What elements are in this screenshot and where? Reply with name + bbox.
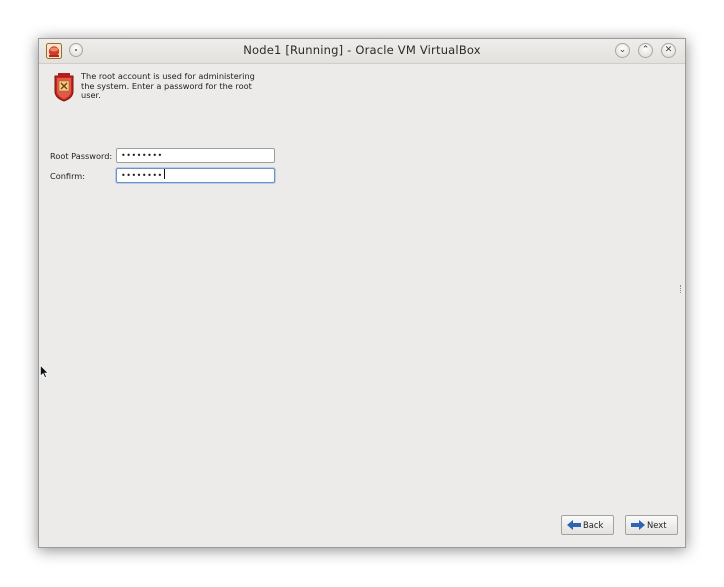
- minimize-icon[interactable]: ⌄: [615, 43, 630, 58]
- next-button[interactable]: Next: [625, 515, 678, 535]
- root-shield-icon: [54, 73, 74, 102]
- back-button-label: Back: [583, 520, 604, 530]
- root-password-label: Root Password:: [50, 151, 113, 161]
- root-password-value: ••••••••: [121, 151, 163, 160]
- root-password-field[interactable]: ••••••••: [116, 148, 275, 163]
- back-button[interactable]: Back: [561, 515, 614, 535]
- left-arrow-icon: [567, 520, 581, 530]
- text-caret: [163, 169, 165, 179]
- window-title: Node1 [Running] - Oracle VM VirtualBox: [243, 43, 481, 57]
- desktop: Node1 [Running] - Oracle VM VirtualBox ⌄…: [0, 0, 724, 587]
- next-button-label: Next: [647, 520, 667, 530]
- intro-text: The root account is used for administeri…: [81, 71, 255, 100]
- resize-grip[interactable]: [680, 285, 683, 293]
- installer-content: The root account is used for administeri…: [39, 64, 685, 547]
- maximize-icon[interactable]: ⌃: [638, 43, 653, 58]
- virtualbox-window: Node1 [Running] - Oracle VM VirtualBox ⌄…: [38, 38, 686, 548]
- mouse-pointer-icon: [40, 365, 49, 378]
- close-icon[interactable]: ✕: [661, 43, 676, 58]
- right-arrow-icon: [631, 520, 645, 530]
- window-titlebar[interactable]: Node1 [Running] - Oracle VM VirtualBox ⌄…: [39, 39, 685, 64]
- confirm-password-field[interactable]: ••••••••: [116, 168, 275, 183]
- confirm-label: Confirm:: [50, 171, 86, 181]
- confirm-password-value: ••••••••: [121, 171, 163, 180]
